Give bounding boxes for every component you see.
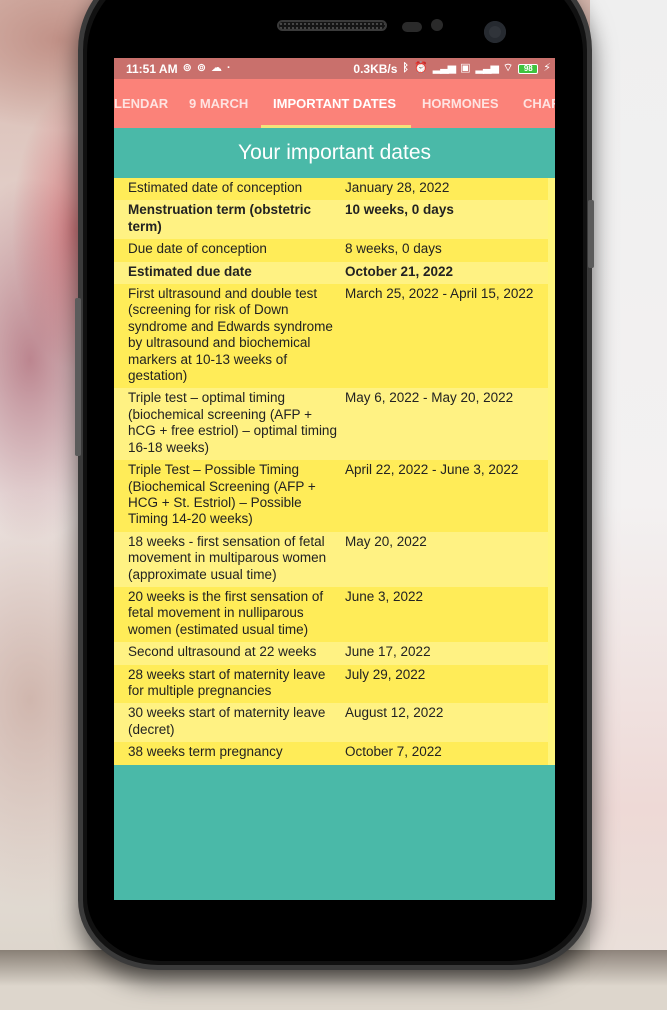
date-label: 38 weeks term pregnancy [128, 744, 283, 760]
table-row: Due date of conception 8 weeks, 0 days [114, 239, 548, 262]
front-camera-icon [484, 21, 506, 43]
date-label: 30 weeks start of maternity leave (decre… [128, 705, 326, 737]
network-speed: 0.3KB/s [353, 61, 398, 76]
date-value: 10 weeks, 0 days [345, 202, 454, 218]
phone-side-button-left [75, 298, 81, 456]
signal-icon: ▂▃▅ [475, 62, 499, 74]
phone-sensor [431, 19, 443, 31]
table-row: 38 weeks term pregnancy October 7, 2022 [114, 742, 548, 765]
tab-important-dates[interactable]: IMPORTANT DATES [273, 79, 396, 128]
date-label: 18 weeks - first sensation of fetal move… [128, 533, 327, 582]
tab-bar: LENDAR 9 MARCH IMPORTANT DATES HORMONES … [114, 79, 555, 128]
table-row: Estimated due date October 21, 2022 [114, 261, 548, 285]
tab-chart[interactable]: CHAR [523, 79, 555, 128]
battery-icon: 98 [518, 63, 539, 74]
cloud-icon: ☁ [211, 62, 223, 74]
table-row: 18 weeks - first sensation of fetal move… [114, 531, 548, 587]
status-bar: 11:51 AM ⊚ ⊚ ☁ · 0.3KB/s ᛒ ⏰ ▂▃▅ ▣ ▂▃▅ ⌔… [114, 58, 555, 79]
date-value: April 22, 2022 - June 3, 2022 [345, 462, 519, 478]
date-value: March 25, 2022 - April 15, 2022 [345, 286, 534, 302]
table-row: Second ultrasound at 22 weeks June 17, 2… [114, 642, 548, 665]
date-value: July 29, 2022 [345, 666, 426, 682]
date-label: Second ultrasound at 22 weeks [128, 644, 317, 660]
table-row: First ultrasound and double test (screen… [114, 284, 548, 389]
date-value: October 7, 2022 [345, 744, 442, 760]
date-value: 8 weeks, 0 days [345, 241, 442, 257]
signal-icon: ▂▃▅ [432, 62, 456, 74]
status-time: 11:51 AM [126, 61, 178, 76]
table-row: Triple test – optimal timing (biochemica… [114, 388, 548, 461]
phone-side-button-right [588, 200, 594, 268]
date-value: June 17, 2022 [345, 644, 431, 660]
tab-active-indicator [261, 125, 411, 128]
phone-sensor [402, 22, 422, 32]
wifi-icon: ⌔ [502, 62, 514, 74]
background-right [590, 0, 667, 1010]
tab-calendar[interactable]: LENDAR [114, 79, 168, 128]
page-title: Your important dates [114, 128, 555, 178]
date-label: First ultrasound and double test (screen… [128, 286, 333, 384]
date-value: May 6, 2022 - May 20, 2022 [345, 390, 514, 406]
table-row: Estimated date of conception January 28,… [114, 178, 548, 201]
tab-hormones[interactable]: HORMONES [422, 79, 499, 128]
volte-icon: ▣ [460, 62, 471, 74]
date-label: Triple test – optimal timing (biochemica… [128, 390, 337, 455]
date-value: January 28, 2022 [345, 180, 450, 195]
table-row: Triple Test – Possible Timing (Biochemic… [114, 460, 548, 532]
date-label: Triple Test – Possible Timing (Biochemic… [128, 462, 316, 527]
date-label: Estimated date of conception [128, 180, 303, 195]
date-value: May 20, 2022 [345, 533, 427, 549]
dot-icon: · [227, 62, 231, 74]
at-sign-icon: ⊚ [196, 62, 207, 74]
table-row: 28 weeks start of maternity leave for mu… [114, 664, 548, 704]
date-label: 20 weeks is the first sensation of fetal… [128, 588, 324, 637]
date-value: June 3, 2022 [345, 588, 424, 604]
table-row: 20 weeks is the first sensation of fetal… [114, 586, 548, 643]
date-label: Menstruation term (obstetric term) [128, 202, 312, 234]
date-label: Due date of conception [128, 241, 267, 257]
date-label: 28 weeks start of maternity leave for mu… [128, 666, 326, 698]
date-label: Estimated due date [128, 263, 252, 279]
date-value: October 21, 2022 [345, 263, 454, 279]
alarm-icon: ⏰ [414, 62, 428, 74]
bolt-icon: ⚡ [543, 62, 551, 74]
table-row: 30 weeks start of maternity leave (decre… [114, 703, 548, 743]
tab-9-march[interactable]: 9 MARCH [189, 79, 248, 128]
important-dates-table: Estimated date of conception January 28,… [114, 178, 555, 765]
phone-speaker [277, 20, 387, 31]
bluetooth-icon: ᛒ [402, 62, 410, 74]
at-sign-icon: ⊚ [182, 62, 192, 74]
date-value: August 12, 2022 [345, 705, 444, 721]
app-screen: 11:51 AM ⊚ ⊚ ☁ · 0.3KB/s ᛒ ⏰ ▂▃▅ ▣ ▂▃▅ ⌔… [114, 58, 555, 900]
table-row: Menstruation term (obstetric term) 10 we… [114, 200, 548, 240]
